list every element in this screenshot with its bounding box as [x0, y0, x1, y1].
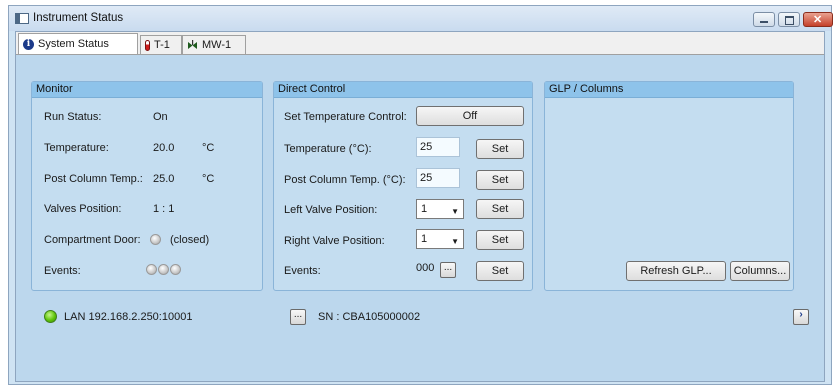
- right-valve-label: Right Valve Position:: [284, 235, 385, 247]
- compartment-door-value: (closed): [170, 234, 210, 246]
- left-valve-value: 1: [421, 203, 428, 215]
- chevron-down-icon: ▼: [451, 207, 459, 216]
- events-more-button[interactable]: ...: [440, 262, 456, 278]
- instrument-status-window: Instrument Status i System Status T-1 MW…: [8, 5, 833, 385]
- valves-position-label: Valves Position:: [44, 203, 122, 215]
- tab-label: MW-1: [202, 39, 232, 51]
- temperature-label: Temperature:: [44, 142, 109, 154]
- client-area: i System Status T-1 MW-1 Monitor Run Sta…: [15, 31, 825, 382]
- window-title: Instrument Status: [33, 12, 124, 24]
- compartment-door-label: Compartment Door:: [44, 234, 141, 246]
- tab-mw1[interactable]: MW-1: [182, 35, 246, 54]
- temperature-unit: °C: [202, 142, 215, 154]
- maximize-button[interactable]: [778, 12, 800, 27]
- chevron-right-icon[interactable]: ›: [793, 309, 809, 325]
- glp-columns-header: GLP / Columns: [545, 82, 793, 98]
- right-valve-value: 1: [421, 233, 428, 245]
- monitor-header: Monitor: [32, 82, 262, 98]
- chevron-down-icon: ▼: [451, 237, 459, 246]
- serial-number: SN : CBA105000002: [318, 311, 421, 323]
- system-status-panel: Monitor Run Status: On Temperature: 20.0…: [16, 54, 824, 381]
- monitor-group: Monitor Run Status: On Temperature: 20.0…: [31, 81, 263, 291]
- temp-control-toggle-button[interactable]: Off: [416, 106, 524, 126]
- left-valve-select[interactable]: 1 ▼: [416, 199, 464, 219]
- close-button[interactable]: [803, 12, 833, 27]
- columns-button[interactable]: Columns...: [730, 261, 790, 281]
- post-column-temp-value: 25.0: [153, 173, 175, 185]
- minimize-button[interactable]: [753, 12, 775, 27]
- event-led-1: [146, 264, 157, 275]
- glp-columns-group: GLP / Columns Refresh GLP... Columns...: [544, 81, 794, 291]
- tab-t1[interactable]: T-1: [140, 35, 182, 54]
- tab-label: System Status: [38, 38, 109, 50]
- direct-control-group: Direct Control Set Temperature Control: …: [273, 81, 533, 291]
- events-label: Events:: [44, 265, 81, 277]
- title-bar[interactable]: Instrument Status: [9, 6, 833, 31]
- info-icon: i: [23, 38, 34, 50]
- refresh-glp-button[interactable]: Refresh GLP...: [626, 261, 726, 281]
- post-column-temp-label: Post Column Temp.:: [44, 173, 143, 185]
- window-icon: [15, 13, 29, 24]
- set-temperature-button[interactable]: Set: [476, 139, 524, 159]
- right-valve-select[interactable]: 1 ▼: [416, 229, 464, 249]
- post-column-temp-input[interactable]: 25: [416, 168, 460, 188]
- temperature-input[interactable]: 25: [416, 137, 460, 157]
- valve-icon: [187, 39, 198, 51]
- events-code-value: 000: [416, 262, 435, 274]
- post-column-setpoint-label: Post Column Temp. (°C):: [284, 174, 406, 186]
- set-post-column-temp-button[interactable]: Set: [476, 170, 524, 190]
- set-temp-control-label: Set Temperature Control:: [284, 111, 407, 123]
- set-left-valve-button[interactable]: Set: [476, 199, 524, 219]
- set-events-button[interactable]: Set: [476, 261, 524, 281]
- connection-status-led: [44, 310, 57, 323]
- tab-strip: i System Status T-1 MW-1: [16, 32, 824, 54]
- run-status-label: Run Status:: [44, 111, 102, 123]
- post-column-temp-unit: °C: [202, 173, 215, 185]
- connection-more-button[interactable]: ...: [290, 309, 306, 325]
- event-led-2: [158, 264, 169, 275]
- events-control-label: Events:: [284, 265, 321, 277]
- run-status-value: On: [153, 111, 168, 123]
- set-right-valve-button[interactable]: Set: [476, 230, 524, 250]
- thermometer-icon: [145, 39, 150, 51]
- tab-system-status[interactable]: i System Status: [18, 33, 138, 54]
- temperature-value: 20.0: [153, 142, 175, 154]
- door-status-led: [150, 234, 161, 245]
- left-valve-label: Left Valve Position:: [284, 204, 378, 216]
- temperature-setpoint-label: Temperature (°C):: [284, 143, 372, 155]
- direct-control-header: Direct Control: [274, 82, 532, 98]
- valves-position-value: 1 : 1: [153, 203, 175, 215]
- tab-label: T-1: [154, 39, 170, 51]
- event-led-3: [170, 264, 181, 275]
- connection-address: LAN 192.168.2.250:10001: [64, 311, 193, 323]
